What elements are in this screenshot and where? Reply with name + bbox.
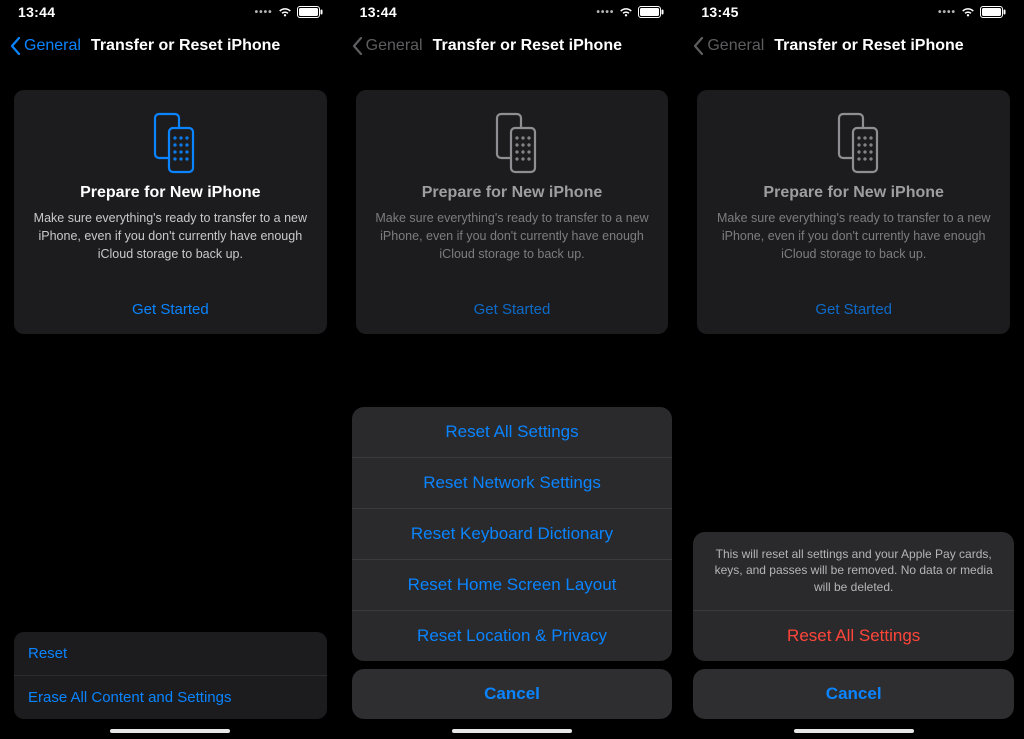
status-bar: 13:45 •••• — [683, 0, 1024, 24]
cellular-dots-icon: •••• — [255, 7, 273, 18]
prepare-title: Prepare for New iPhone — [713, 184, 994, 202]
status-bar: 13:44 •••• — [342, 0, 683, 24]
prepare-body: Make sure everything's ready to transfer… — [713, 210, 994, 263]
cellular-dots-icon: •••• — [938, 7, 956, 18]
screen-transfer-reset: 13:44 •••• General Transfer or Reset iPh… — [0, 0, 342, 739]
nav-title: Transfer or Reset iPhone — [774, 37, 963, 55]
back-label: General — [707, 37, 764, 55]
status-bar: 13:44 •••• — [0, 0, 341, 24]
cellular-dots-icon: •••• — [596, 7, 614, 18]
screen-confirm-reset: 13:45 •••• General Transfer or Reset iPh… — [683, 0, 1024, 739]
prepare-body: Make sure everything's ready to transfer… — [372, 210, 653, 263]
cancel-button[interactable]: Cancel — [693, 669, 1014, 719]
battery-icon — [638, 6, 664, 18]
back-label: General — [366, 37, 423, 55]
wifi-icon — [960, 6, 976, 18]
status-time: 13:44 — [18, 4, 55, 20]
nav-bar: General Transfer or Reset iPhone — [683, 24, 1024, 68]
get-started-button[interactable]: Get Started — [30, 291, 311, 320]
confirm-action-sheet: This will reset all settings and your Ap… — [693, 532, 1014, 719]
prepare-card: Prepare for New iPhone Make sure everyth… — [14, 90, 327, 334]
confirm-message: This will reset all settings and your Ap… — [693, 532, 1014, 610]
iphone-transfer-icon — [30, 108, 311, 174]
nav-title: Transfer or Reset iPhone — [433, 37, 622, 55]
status-time: 13:45 — [701, 4, 738, 20]
wifi-icon — [618, 6, 634, 18]
prepare-card: Prepare for New iPhone Make sure everyth… — [356, 90, 669, 334]
reset-action-sheet: Reset All Settings Reset Network Setting… — [352, 407, 673, 719]
back-label: General — [24, 37, 81, 55]
home-indicator[interactable] — [110, 729, 230, 733]
reset-keyboard-option[interactable]: Reset Keyboard Dictionary — [352, 508, 673, 559]
screen-reset-options: 13:44 •••• General Transfer or Reset iPh… — [342, 0, 684, 739]
home-indicator[interactable] — [452, 729, 572, 733]
wifi-icon — [277, 6, 293, 18]
iphone-transfer-icon — [713, 108, 994, 174]
reset-actions-list: Reset Erase All Content and Settings — [14, 632, 327, 719]
nav-bar: General Transfer or Reset iPhone — [342, 24, 683, 68]
cancel-button[interactable]: Cancel — [352, 669, 673, 719]
reset-all-settings-option[interactable]: Reset All Settings — [352, 407, 673, 457]
back-button[interactable]: General — [8, 32, 83, 60]
get-started-button[interactable]: Get Started — [713, 291, 994, 320]
prepare-body: Make sure everything's ready to transfer… — [30, 210, 311, 263]
reset-row[interactable]: Reset — [14, 632, 327, 675]
confirm-reset-all-button[interactable]: Reset All Settings — [693, 610, 1014, 661]
reset-location-privacy-option[interactable]: Reset Location & Privacy — [352, 610, 673, 661]
home-indicator[interactable] — [794, 729, 914, 733]
prepare-title: Prepare for New iPhone — [30, 184, 311, 202]
battery-icon — [297, 6, 323, 18]
prepare-card: Prepare for New iPhone Make sure everyth… — [697, 90, 1010, 334]
battery-icon — [980, 6, 1006, 18]
prepare-title: Prepare for New iPhone — [372, 184, 653, 202]
nav-bar: General Transfer or Reset iPhone — [0, 24, 341, 68]
iphone-transfer-icon — [372, 108, 653, 174]
back-button[interactable]: General — [350, 32, 425, 60]
chevron-left-icon — [352, 36, 364, 56]
status-time: 13:44 — [360, 4, 397, 20]
chevron-left-icon — [10, 36, 22, 56]
nav-title: Transfer or Reset iPhone — [91, 37, 280, 55]
chevron-left-icon — [693, 36, 705, 56]
reset-home-screen-option[interactable]: Reset Home Screen Layout — [352, 559, 673, 610]
back-button[interactable]: General — [691, 32, 766, 60]
get-started-button[interactable]: Get Started — [372, 291, 653, 320]
erase-row[interactable]: Erase All Content and Settings — [14, 675, 327, 719]
reset-network-settings-option[interactable]: Reset Network Settings — [352, 457, 673, 508]
